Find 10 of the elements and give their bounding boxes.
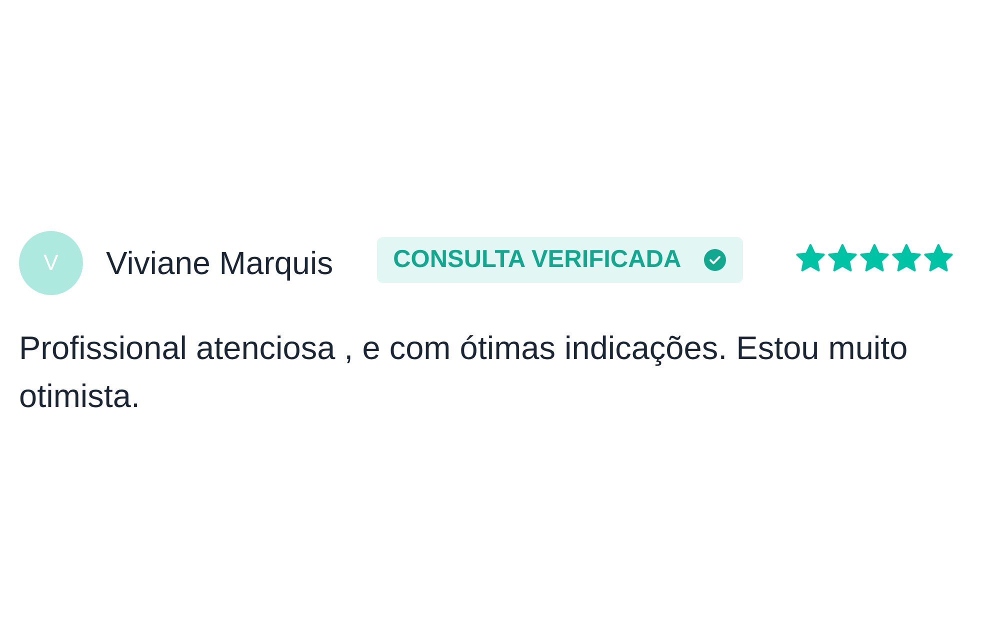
filled-star-icon xyxy=(923,242,954,274)
filled-star-icon xyxy=(859,242,890,274)
check-circle-icon xyxy=(704,249,726,271)
badge-label: CONSULTA VERIFICADA xyxy=(393,246,682,274)
filled-star-icon xyxy=(795,242,826,274)
filled-star-icon xyxy=(827,242,858,274)
filled-star-icon xyxy=(891,242,922,274)
reviewer-name: Viviane Marquis xyxy=(106,244,334,282)
review-text: Profissional atenciosa , e com ótimas indicações. Estou muito otimista. xyxy=(19,329,909,416)
avatar: V xyxy=(19,231,83,295)
